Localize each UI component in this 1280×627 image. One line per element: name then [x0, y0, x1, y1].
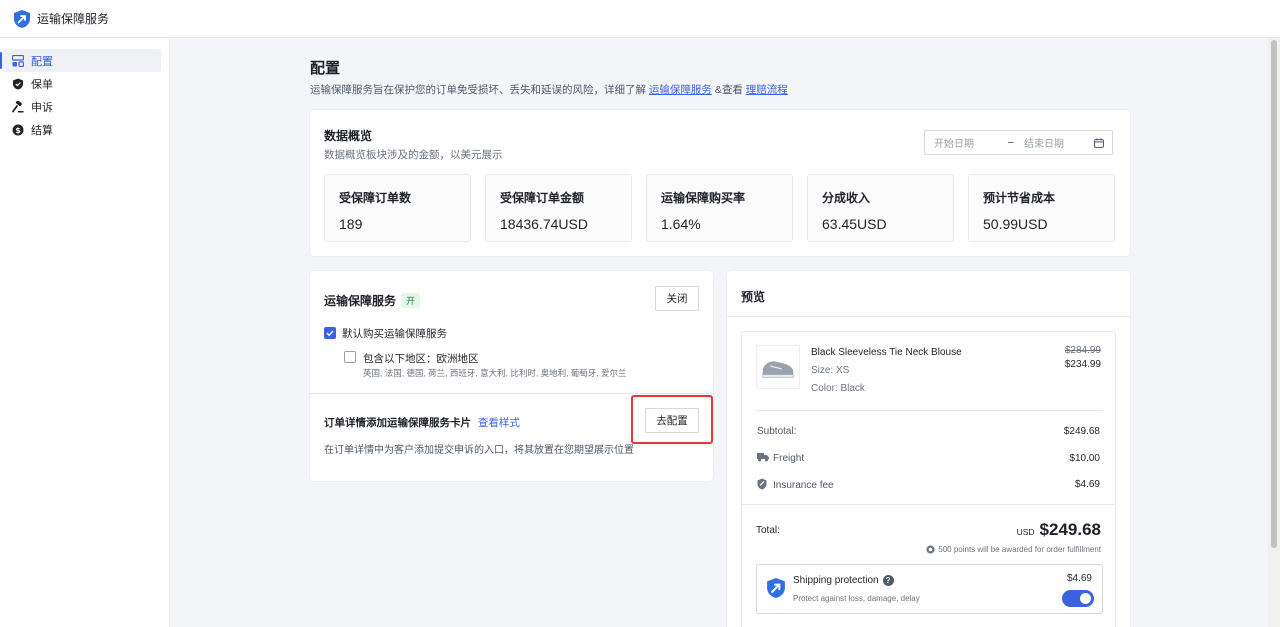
total-amount: USD $249.68 [1017, 520, 1101, 540]
product-price: $234.99 [1064, 359, 1101, 370]
end-date-input[interactable]: 结束日期 [1024, 135, 1094, 150]
order-preview-panel: Black Sleeveless Tie Neck Blouse Size: X… [741, 331, 1116, 627]
freight-row: Freight $10.00 [757, 452, 1100, 464]
date-range-picker[interactable]: 开始日期 – 结束日期 [924, 130, 1113, 155]
default-buy-checkbox[interactable] [324, 327, 336, 339]
stat-value: 63.45USD [822, 216, 887, 232]
sidebar: 配置 保单 申诉 $ 结算 [0, 38, 170, 627]
section-divider [310, 393, 713, 394]
stat-card: 运输保障购买率 1.64% [646, 174, 793, 242]
shield-icon [13, 78, 23, 89]
help-icon[interactable]: ? [882, 575, 894, 586]
stat-label: 运输保障购买率 [661, 191, 746, 205]
product-old-price: $284.99 [1064, 345, 1101, 356]
preview-title: 预览 [741, 290, 766, 304]
protection-toggle[interactable] [1062, 590, 1094, 607]
stat-value: 1.64% [661, 216, 701, 232]
region-label: 包含以下地区：欧洲地区 [363, 353, 479, 365]
stat-label: 分成收入 [822, 191, 871, 205]
check-icon [326, 330, 334, 337]
totals-divider [742, 504, 1115, 505]
region-checkbox[interactable] [344, 351, 356, 363]
page-scrollbar-thumb[interactable] [1271, 40, 1277, 548]
product-thumbnail-icon [756, 345, 800, 389]
stat-card: 分成收入 63.45USD [807, 174, 954, 242]
region-list: 英国, 法国, 德国, 荷兰, 西班牙, 意大利, 比利时, 奥地利, 葡萄牙,… [363, 368, 627, 378]
shipping-shield-logo-icon [14, 9, 30, 28]
preview-card: 预览 Black Sleeveless Tie Neck Blouse Size… [727, 271, 1130, 627]
detail-card-row: 订单详情添加运输保障服务卡片 查看样式 [324, 417, 520, 429]
overview-title: 数据概览 [324, 129, 373, 143]
protection-price: $4.69 [1066, 573, 1092, 584]
stat-card: 受保障订单数 189 [324, 174, 471, 242]
page-title: 配置 [310, 60, 341, 77]
configure-button[interactable]: 去配置 [645, 408, 699, 433]
stat-label: 受保障订单数 [339, 191, 412, 205]
detail-card-description: 在订单详情中为客户添加提交申诉的入口，将其放置在您期望展示位置 [324, 445, 634, 456]
main-content: 配置 运输保障服务旨在保护您的订单免受损坏、丢失和延误的风险，详细了解 运输保障… [171, 38, 1268, 627]
sidebar-item-policy[interactable]: 保单 [2, 72, 161, 95]
stat-card: 预计节省成本 50.99USD [968, 174, 1115, 242]
status-badge: 开 [401, 293, 421, 308]
page-description: 运输保障服务旨在保护您的订单免受损坏、丢失和延误的风险，详细了解 运输保障服务 … [310, 84, 788, 96]
overview-subtitle: 数据概览板块涉及的金额，以美元展示 [324, 149, 503, 161]
truck-icon [757, 453, 769, 462]
protection-title-row: Shipping protection ? [793, 575, 894, 586]
product-color: Color: Black [811, 383, 865, 394]
sidebar-item-label: 申诉 [31, 101, 53, 114]
date-separator: – [1008, 137, 1014, 148]
insurance-row: Insurance fee $4.69 [757, 478, 1100, 491]
calendar-icon[interactable] [1094, 137, 1104, 148]
sidebar-item-appeal[interactable]: 申诉 [2, 95, 161, 118]
total-value: $249.68 [1039, 520, 1101, 539]
sidebar-item-settlement[interactable]: $ 结算 [2, 118, 161, 141]
shipping-service-card: 运输保障服务开 关闭 默认购买运输保障服务 包含以下地区：欧洲地区 英国, 法国… [310, 271, 713, 481]
sidebar-item-label: 配置 [31, 55, 53, 68]
stat-value: 18436.74USD [500, 216, 588, 232]
settings-grid-icon [12, 54, 24, 67]
gavel-icon [12, 100, 24, 112]
close-service-button[interactable]: 关闭 [655, 286, 699, 311]
stat-value: 50.99USD [983, 216, 1048, 232]
points-note: 500 points will be awarded for order ful… [926, 545, 1101, 554]
default-buy-label: 默认购买运输保障服务 [342, 328, 447, 340]
stat-card: 受保障订单金额 18436.74USD [485, 174, 632, 242]
total-label: Total: [756, 525, 780, 536]
stat-label: 受保障订单金额 [500, 191, 585, 205]
product-name: Black Sleeveless Tie Neck Blouse [811, 347, 962, 358]
sidebar-item-label: 保单 [31, 78, 53, 91]
sidebar-item-label: 结算 [31, 124, 53, 137]
sidebar-item-config[interactable]: 配置 [0, 49, 161, 72]
total-currency: USD [1016, 527, 1035, 537]
insurance-shield-icon [757, 478, 767, 490]
shipping-protection-widget[interactable]: Shipping protection ? Protect against lo… [756, 564, 1103, 614]
protection-title: Shipping protection [793, 575, 879, 586]
product-divider [756, 410, 1103, 411]
stat-value: 189 [339, 216, 363, 232]
protection-shield-icon [767, 578, 785, 598]
preview-divider [727, 316, 1130, 317]
dollar-circle-icon: $ [12, 124, 24, 135]
svg-text:$: $ [15, 125, 21, 134]
start-date-input[interactable]: 开始日期 [934, 135, 1008, 150]
data-overview-card: 数据概览 数据概览板块涉及的金额，以美元展示 开始日期 – 结束日期 受保障订单… [310, 110, 1130, 256]
claim-process-link[interactable]: 理赔流程 [746, 84, 788, 96]
subtotal-row: Subtotal: $249.68 [757, 426, 1100, 437]
top-bar: 运输保障服务 [0, 0, 1280, 38]
stat-label: 预计节省成本 [983, 191, 1056, 205]
product-size: Size: XS [811, 365, 850, 376]
shipping-service-link[interactable]: 运输保障服务 [649, 84, 712, 96]
view-style-link[interactable]: 查看样式 [478, 417, 520, 429]
app-title: 运输保障服务 [37, 12, 110, 26]
points-coin-icon [926, 545, 935, 554]
protection-description: Protect against loss, damage, delay [793, 594, 920, 603]
service-title: 运输保障服务开 [324, 292, 421, 309]
